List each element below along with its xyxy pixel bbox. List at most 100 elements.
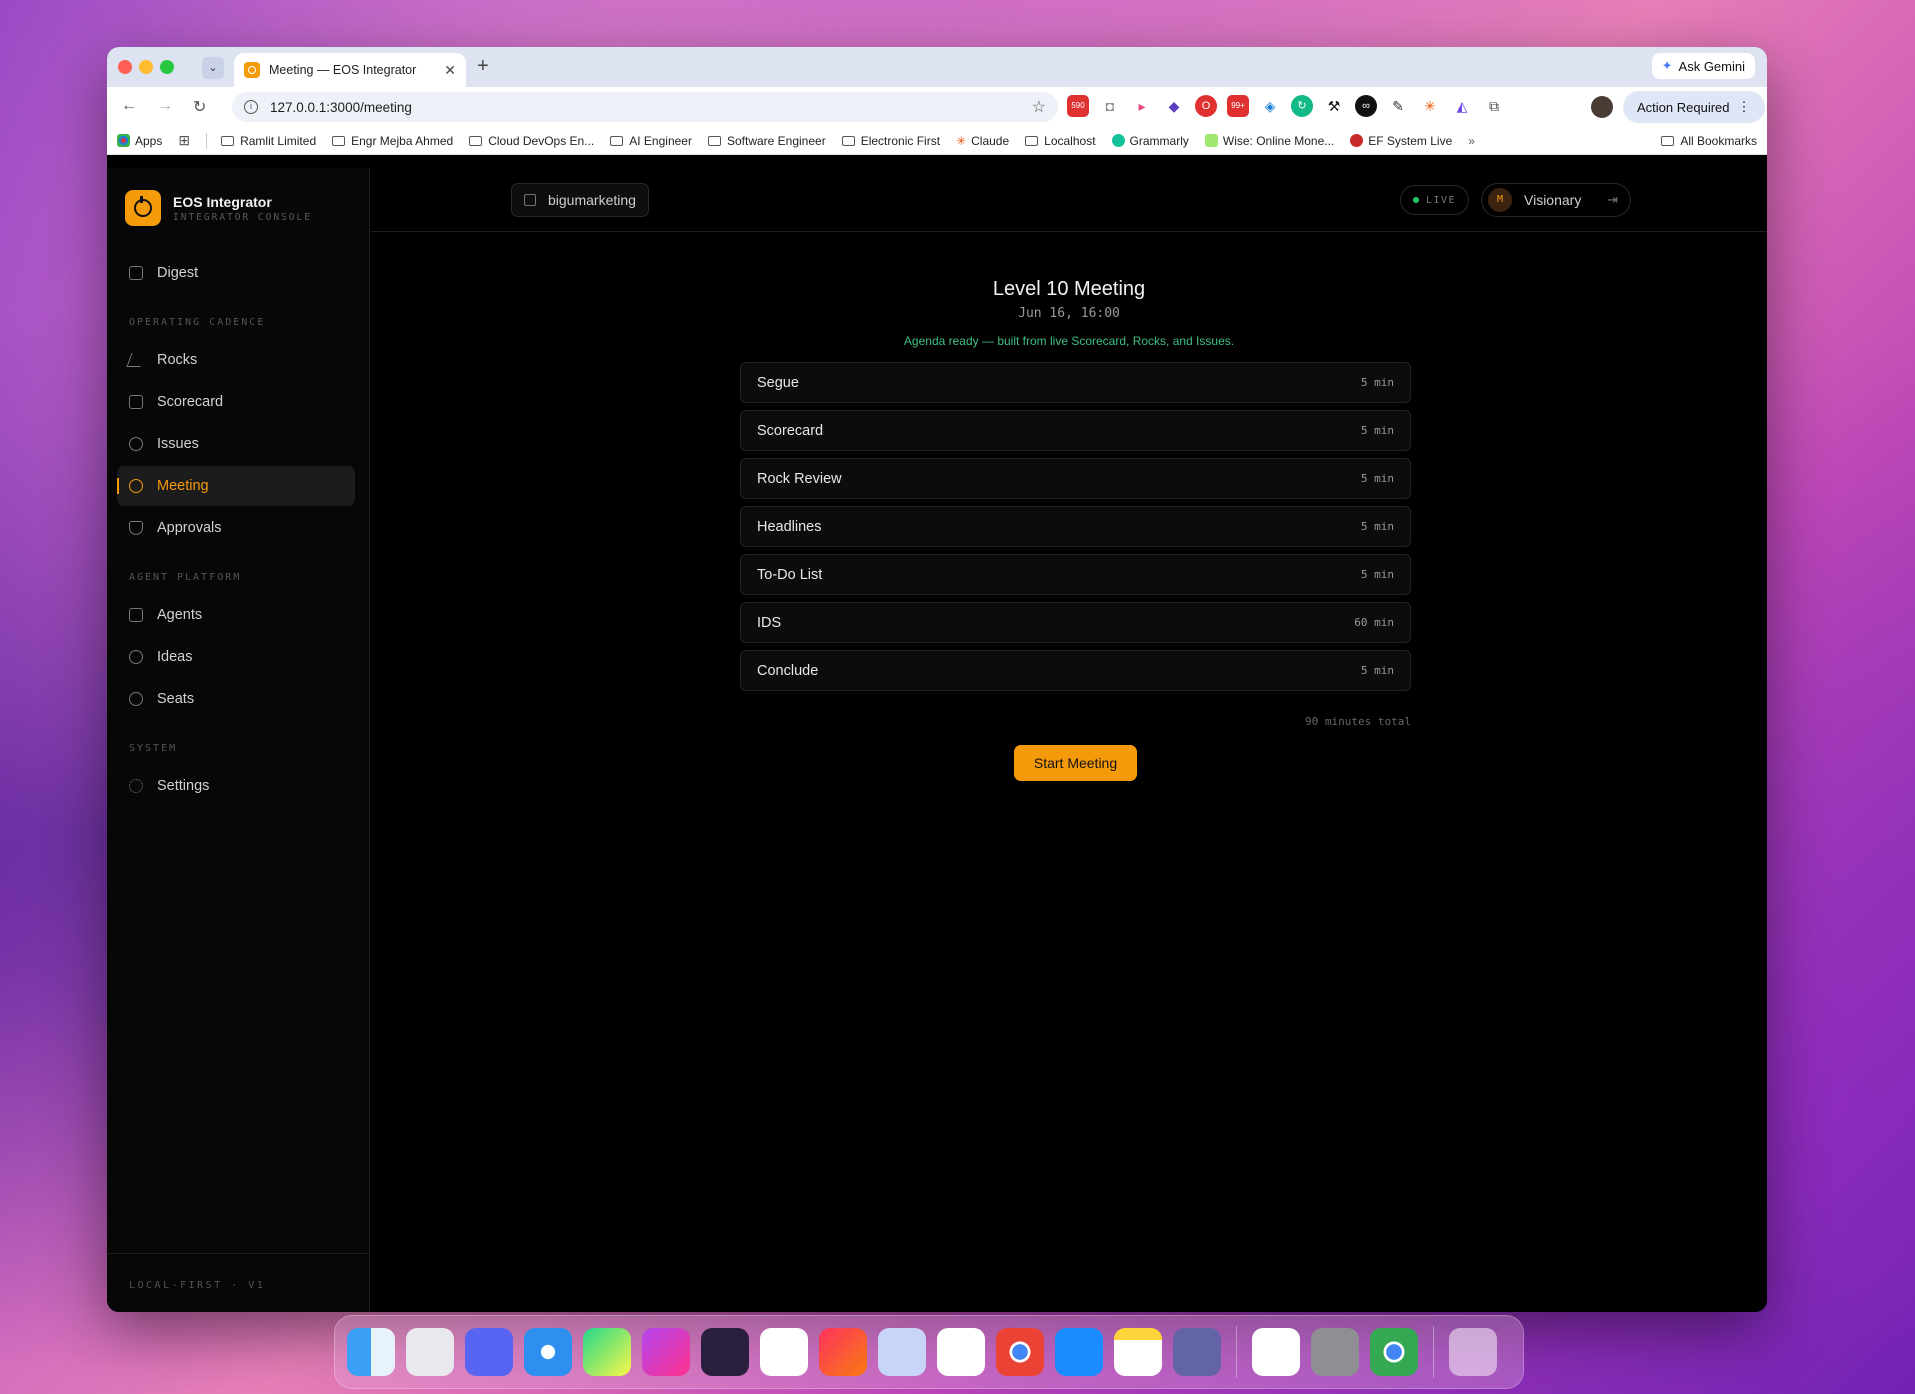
agenda-item-label: Rock Review — [757, 470, 842, 487]
extension-claude-icon[interactable]: ✳ — [1419, 95, 1441, 117]
action-required-button[interactable]: Action Required ⋮ — [1623, 91, 1765, 123]
app-store-icon[interactable] — [1055, 1328, 1103, 1376]
shield-check-icon — [129, 521, 143, 535]
gemini-sparkle-icon: ✦ — [1661, 58, 1673, 73]
bookmark-folder-electronic-first[interactable]: Electronic First — [841, 134, 940, 148]
extension-obsidian-icon[interactable]: ◭ — [1451, 95, 1473, 117]
teams-icon[interactable] — [1173, 1328, 1221, 1376]
agenda-item-duration: 5 min — [1360, 424, 1394, 437]
extension-diamond-icon[interactable]: ◆ — [1163, 95, 1185, 117]
vscode-icon[interactable] — [760, 1328, 808, 1376]
sidebar-item-seats[interactable]: Seats — [117, 679, 355, 719]
sidebar-item-meeting[interactable]: Meeting — [117, 466, 355, 506]
close-window-button[interactable] — [118, 60, 132, 74]
back-arrow-icon[interactable]: ← — [121, 97, 137, 115]
extension-calendar-icon[interactable]: 590 — [1067, 95, 1089, 117]
bookmark-ef-system[interactable]: EF System Live — [1350, 134, 1452, 148]
folder-icon — [221, 135, 235, 146]
maximize-window-button[interactable] — [160, 60, 174, 74]
gemini-app-icon[interactable] — [937, 1328, 985, 1376]
bookmark-wise[interactable]: Wise: Online Mone... — [1204, 134, 1334, 148]
tab-title: Meeting — EOS Integrator — [269, 63, 417, 77]
bookmark-label: Apps — [135, 133, 163, 148]
sidebar-item-issues[interactable]: Issues — [117, 424, 355, 464]
tab-close-icon[interactable]: ✕ — [444, 62, 456, 79]
bookmark-claude[interactable]: ✳ Claude — [956, 134, 1009, 148]
extensions-row: 590 ◘ ▸ ◆ O 99+ ◈ ↻ ⚒ ∞ ✎ ✳ ◭ ⧉ — [1067, 95, 1505, 117]
trash-icon[interactable] — [1449, 1328, 1497, 1376]
extension-refresh-icon[interactable]: ↻ — [1291, 95, 1313, 117]
tab-search-chevron-icon[interactable]: ⌄ — [202, 57, 224, 79]
sidebar-item-agents[interactable]: Agents — [117, 595, 355, 635]
sidebar-item-rocks[interactable]: Rocks — [117, 340, 355, 380]
address-bar[interactable]: i 127.0.0.1:3000/meeting ☆ — [232, 92, 1058, 122]
gear-icon — [129, 779, 143, 793]
site-info-icon[interactable]: i — [244, 100, 258, 114]
phpstorm-icon[interactable] — [642, 1328, 690, 1376]
eos-logo-icon — [125, 190, 161, 226]
bookmark-apps[interactable]: Apps — [117, 134, 162, 148]
chrome-icon[interactable] — [1370, 1328, 1418, 1376]
alert-circle-icon — [129, 437, 143, 451]
bookmarks-overflow-icon[interactable]: » — [1468, 134, 1475, 148]
sidebar-item-label: Rocks — [157, 352, 198, 368]
user-menu[interactable]: M Visionary ⇥ — [1481, 183, 1631, 217]
sidebar-item-scorecard[interactable]: Scorecard — [117, 382, 355, 422]
start-meeting-button[interactable]: Start Meeting — [1014, 745, 1137, 781]
sidebar-item-approvals[interactable]: Approvals — [117, 508, 355, 548]
tab-groups-grid-icon[interactable]: ⊞ — [178, 132, 190, 149]
bookmark-folder-localhost[interactable]: Localhost — [1025, 134, 1096, 148]
extension-pen-icon[interactable]: ✎ — [1387, 95, 1409, 117]
extension-tag-icon[interactable]: ◈ — [1259, 95, 1281, 117]
obsidian-icon[interactable] — [701, 1328, 749, 1376]
bookmark-grammarly[interactable]: Grammarly — [1111, 134, 1189, 148]
all-bookmarks-folder[interactable]: All Bookmarks — [1661, 134, 1757, 148]
chrome-icon[interactable] — [996, 1328, 1044, 1376]
bookmark-folder-ramlit[interactable]: Ramlit Limited — [221, 134, 316, 148]
tab-meeting[interactable]: Meeting — EOS Integrator ✕ — [234, 53, 466, 87]
bookmark-folder-cloud-devops[interactable]: Cloud DevOps En... — [469, 134, 594, 148]
new-tab-button[interactable]: + — [477, 55, 489, 78]
extension-badge-icon[interactable]: 99+ — [1227, 95, 1249, 117]
sidebar-item-digest[interactable]: Digest — [117, 253, 355, 293]
extension-camera-icon[interactable]: ◘ — [1099, 95, 1121, 117]
sidebar-footer: LOCAL-FIRST · V1 — [129, 1280, 266, 1291]
bookmark-star-icon[interactable]: ☆ — [1032, 97, 1046, 117]
avatar: M — [1488, 188, 1512, 212]
safari-icon[interactable] — [524, 1328, 572, 1376]
profile-avatar[interactable] — [1591, 96, 1613, 118]
minimize-window-button[interactable] — [139, 60, 153, 74]
agenda-item-label: Headlines — [757, 518, 822, 535]
discord-icon[interactable] — [465, 1328, 513, 1376]
extension-link-icon[interactable]: ∞ — [1355, 95, 1377, 117]
extensions-puzzle-icon[interactable]: ⧉ — [1483, 95, 1505, 117]
eos-app: EOS Integrator INTEGRATOR CONSOLE Digest… — [107, 168, 1767, 1312]
extension-tool-icon[interactable]: ⚒ — [1323, 95, 1345, 117]
url-text[interactable]: 127.0.0.1:3000/meeting — [270, 100, 1032, 115]
notes-icon[interactable] — [1114, 1328, 1162, 1376]
reload-icon[interactable]: ↻ — [193, 97, 206, 117]
logout-icon[interactable]: ⇥ — [1607, 192, 1618, 208]
ask-gemini-button[interactable]: ✦ Ask Gemini — [1651, 53, 1755, 79]
org-switcher-button[interactable]: bigumarketing — [511, 183, 649, 217]
slack-icon[interactable] — [1252, 1328, 1300, 1376]
sidebar-item-ideas[interactable]: Ideas — [117, 637, 355, 677]
system-settings-icon[interactable] — [1311, 1328, 1359, 1376]
launchpad-icon[interactable] — [406, 1328, 454, 1376]
intellij-icon[interactable] — [819, 1328, 867, 1376]
extension-arrow-icon[interactable]: ▸ — [1131, 95, 1153, 117]
bookmark-label: EF System Live — [1368, 133, 1453, 148]
bookmark-folder-ai-engineer[interactable]: AI Engineer — [610, 134, 692, 148]
sidebar-item-label: Meeting — [157, 478, 209, 494]
bookmark-folder-mejba[interactable]: Engr Mejba Ahmed — [332, 134, 453, 148]
bookmark-folder-software-engineer[interactable]: Software Engineer — [707, 134, 826, 148]
agenda-item-duration: 5 min — [1360, 472, 1394, 485]
sidebar-item-settings[interactable]: Settings — [117, 766, 355, 806]
folder-icon — [1661, 135, 1675, 146]
terminal-app-icon[interactable] — [878, 1328, 926, 1376]
agenda-item-duration: 5 min — [1360, 664, 1394, 677]
pycharm-icon[interactable] — [583, 1328, 631, 1376]
extension-opera-icon[interactable]: O — [1195, 95, 1217, 117]
finder-icon[interactable] — [347, 1328, 395, 1376]
forward-arrow-icon[interactable]: → — [157, 97, 173, 115]
